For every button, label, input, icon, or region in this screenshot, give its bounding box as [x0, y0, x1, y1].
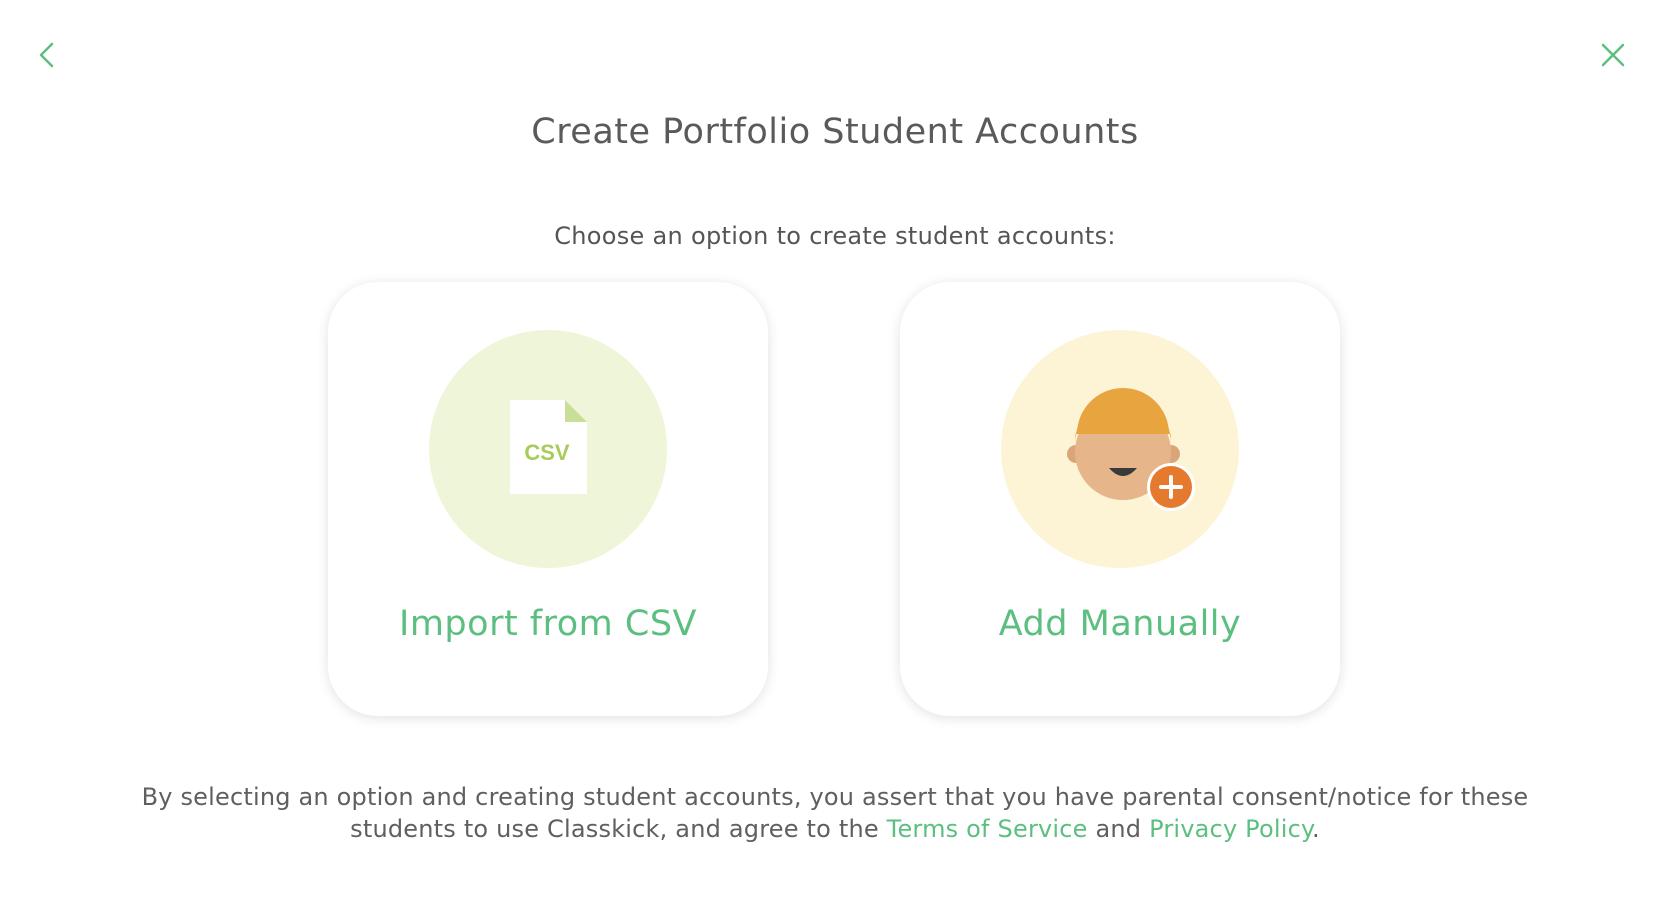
- add-student-icon: [1067, 388, 1195, 511]
- chevron-left-icon: [39, 42, 54, 68]
- csv-icon-text: CSV: [524, 440, 570, 465]
- consent-text-3: .: [1312, 815, 1320, 843]
- close-icon: [1601, 43, 1625, 67]
- privacy-policy-link[interactable]: Privacy Policy: [1149, 815, 1312, 843]
- import-csv-label: Import from CSV: [399, 604, 697, 644]
- consent-notice: By selecting an option and creating stud…: [100, 781, 1570, 845]
- page-title: Create Portfolio Student Accounts: [531, 112, 1139, 152]
- import-csv-card[interactable]: CSV Import from CSV: [328, 282, 768, 716]
- consent-text-1: By selecting an option and creating stud…: [141, 783, 1529, 843]
- consent-text-2: and: [1087, 815, 1150, 843]
- add-manually-label: Add Manually: [998, 604, 1242, 644]
- csv-icon-circle: CSV: [429, 330, 667, 568]
- student-icon-circle: [1001, 330, 1239, 568]
- add-manually-card[interactable]: Add Manually: [900, 282, 1340, 716]
- csv-file-icon: CSV: [510, 400, 587, 494]
- page-subtitle: Choose an option to create student accou…: [554, 222, 1116, 250]
- back-button[interactable]: [32, 38, 66, 72]
- close-button[interactable]: [1596, 38, 1630, 72]
- create-accounts-page: Create Portfolio Student Accounts Choose…: [0, 0, 1670, 916]
- terms-of-service-link[interactable]: Terms of Service: [887, 815, 1088, 843]
